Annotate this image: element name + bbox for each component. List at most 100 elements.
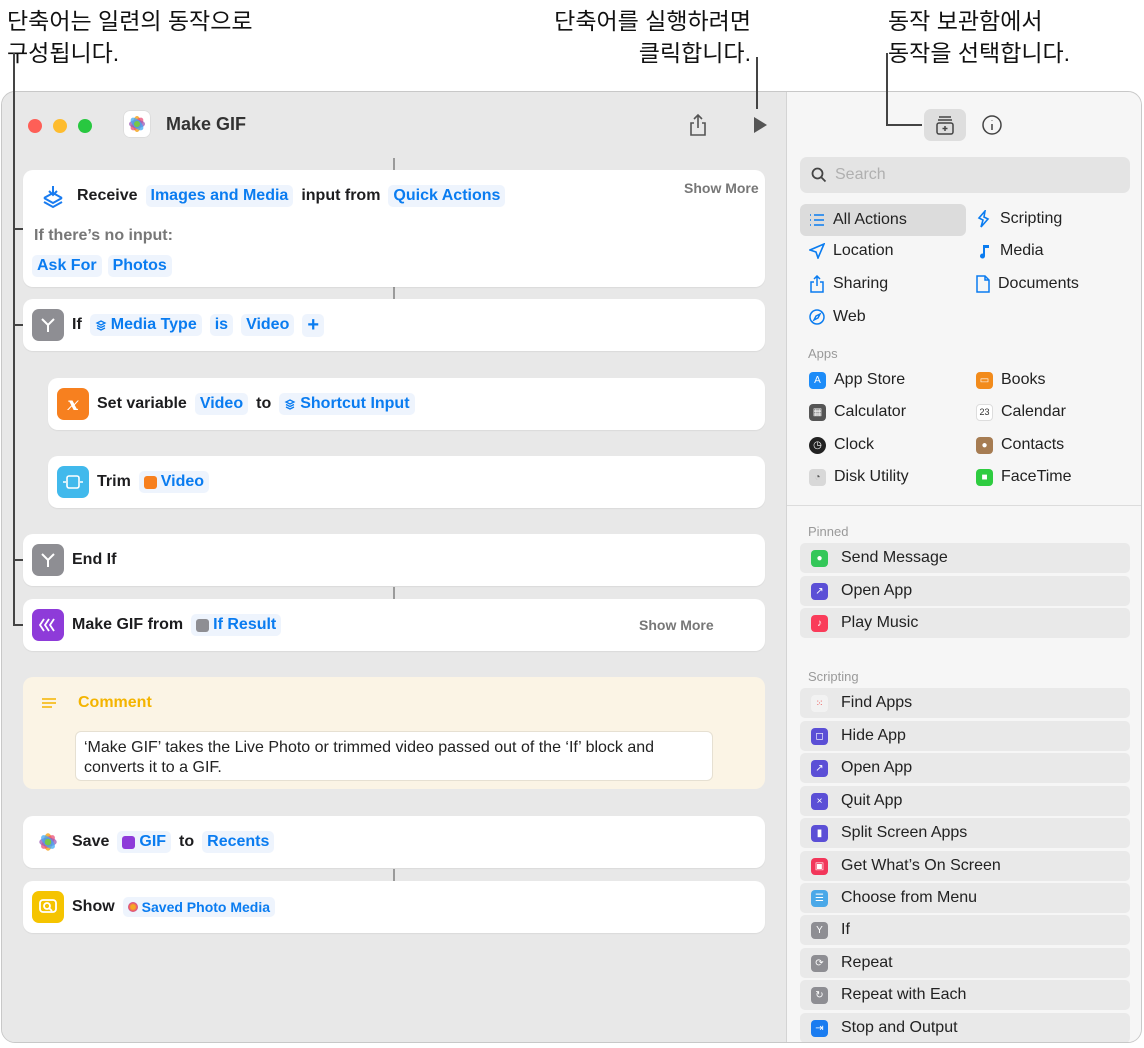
share-icon — [690, 113, 706, 136]
token-text: Media Type — [110, 316, 197, 333]
branch-icon — [196, 618, 210, 632]
if-action[interactable]: If Media Type is Video + — [23, 299, 765, 351]
app-facetime[interactable]: ■ FaceTime — [976, 468, 1072, 486]
info-button[interactable] — [979, 112, 1005, 138]
add-condition-button[interactable]: + — [302, 313, 325, 337]
end-if-action[interactable]: End If — [23, 534, 765, 586]
end-if-row: End If — [32, 544, 116, 576]
save-action[interactable]: Save GIF to Recents — [23, 816, 765, 868]
category-web[interactable]: Web — [809, 308, 866, 326]
scripting-quit-app[interactable]: × Quit App — [800, 786, 1130, 816]
scripting-if[interactable]: Y If — [800, 915, 1130, 945]
app-app-store[interactable]: A App Store — [809, 371, 905, 389]
scripting-find-apps[interactable]: ⁙ Find Apps — [800, 688, 1130, 718]
action-label: Receive — [77, 187, 138, 204]
value-token[interactable]: Video — [241, 314, 295, 336]
facetime-icon: ■ — [976, 468, 993, 486]
category-scripting[interactable]: Scripting — [976, 210, 1062, 228]
category-media[interactable]: Media — [976, 242, 1044, 260]
show-more-button[interactable]: Show More — [684, 180, 759, 196]
search-field[interactable]: Search — [800, 157, 1130, 193]
trim-action[interactable]: Trim Video — [48, 456, 765, 508]
run-button[interactable] — [747, 112, 773, 138]
connector — [393, 587, 395, 599]
scripting-repeat-each[interactable]: ↻ Repeat with Each — [800, 980, 1130, 1010]
category-all-actions[interactable]: All Actions — [800, 204, 966, 236]
pinned-play-music[interactable]: ♪ Play Music — [800, 608, 1130, 638]
input-source-token[interactable]: Quick Actions — [388, 185, 506, 207]
set-variable-action[interactable]: x Set variable Video to Shortcut Input — [48, 378, 765, 430]
category-location[interactable]: Location — [809, 242, 894, 260]
scripting-stop-output[interactable]: ⇥ Stop and Output — [800, 1013, 1130, 1042]
app-books[interactable]: ▭ Books — [976, 371, 1045, 389]
if-result-token[interactable]: If Result — [191, 614, 282, 636]
minimize-button[interactable] — [53, 119, 67, 133]
scripting-split-screen[interactable]: ▮ Split Screen Apps — [800, 818, 1130, 848]
photos-icon — [127, 902, 138, 912]
scripting-open-app[interactable]: ↗ Open App — [800, 753, 1130, 783]
show-more-button[interactable]: Show More — [639, 617, 714, 633]
scripting-section-header: Scripting — [808, 669, 859, 684]
operator-token[interactable]: is — [209, 314, 234, 336]
scripting-repeat[interactable]: ⟳ Repeat — [800, 948, 1130, 978]
pinned-open-app[interactable]: ↗ Open App — [800, 576, 1130, 606]
scripting-hide-app[interactable]: ◻ Hide App — [800, 721, 1130, 751]
app-clock[interactable]: ◷ Clock — [809, 436, 874, 454]
sidebar-divider — [787, 505, 1141, 506]
comment-text-field[interactable]: ‘Make GIF’ takes the Live Photo or trimm… — [75, 731, 713, 781]
action-label: Set variable — [97, 395, 187, 412]
comment-title: Comment — [78, 694, 152, 711]
photos-icon — [123, 110, 151, 138]
apps-section-header: Apps — [808, 346, 838, 361]
callout-leader-line — [756, 57, 758, 109]
pinned-section-header: Pinned — [808, 524, 849, 539]
video-token[interactable]: Video — [138, 471, 210, 493]
media-type-token[interactable]: Media Type — [89, 314, 202, 336]
category-sharing[interactable]: Sharing — [809, 275, 888, 293]
photos-token[interactable]: Photos — [107, 255, 172, 277]
receive-action[interactable]: Receive Images and Media input from Quic… — [23, 170, 765, 287]
share-button[interactable] — [685, 112, 711, 138]
no-input-row: Ask For Photos — [32, 255, 172, 277]
search-placeholder: Search — [835, 166, 886, 183]
category-documents[interactable]: Documents — [976, 275, 1079, 293]
scripting-choose-menu[interactable]: ☰ Choose from Menu — [800, 883, 1130, 913]
ask-for-token[interactable]: Ask For — [32, 255, 102, 277]
action-item-label: Hide App — [841, 727, 906, 744]
action-item-label: Repeat with Each — [841, 986, 967, 1003]
gif-icon — [122, 835, 136, 849]
gif-token[interactable]: GIF — [117, 831, 172, 853]
play-icon — [754, 117, 767, 133]
location-arrow-icon — [809, 243, 825, 259]
category-label: Web — [833, 308, 866, 325]
callout-actions-sequence: 단축어는 일련의 동작으로 구성됩니다. — [7, 5, 253, 69]
document-icon — [976, 275, 990, 293]
app-calendar[interactable]: 23 Calendar — [976, 403, 1066, 421]
action-item-label: Get What’s On Screen — [841, 857, 1001, 874]
shortcuts-window: Make GIF Receive Images and Media input … — [1, 91, 1142, 1043]
variable-name-token[interactable]: Video — [194, 393, 249, 415]
input-type-token[interactable]: Images and Media — [145, 185, 294, 207]
action-library-button[interactable] — [924, 109, 966, 141]
callout-leader-tick — [886, 124, 922, 126]
variable-x-icon: x — [57, 388, 89, 420]
app-calculator[interactable]: ▦ Calculator — [809, 403, 906, 421]
app-label: Calendar — [1001, 403, 1066, 420]
comment-action[interactable]: Comment ‘Make GIF’ takes the Live Photo … — [23, 677, 765, 789]
saved-photo-media-token[interactable]: Saved Photo Media — [122, 897, 276, 917]
app-disk-utility[interactable]: ◔ Disk Utility — [809, 468, 909, 486]
album-token[interactable]: Recents — [202, 831, 275, 853]
pinned-send-message[interactable]: ● Send Message — [800, 543, 1130, 573]
close-button[interactable] — [28, 119, 42, 133]
zoom-button[interactable] — [78, 119, 92, 133]
show-action[interactable]: Show Saved Photo Media — [23, 881, 765, 933]
shortcut-input-token[interactable]: Shortcut Input — [279, 393, 415, 415]
app-contacts[interactable]: ● Contacts — [976, 436, 1064, 454]
make-gif-action[interactable]: Make GIF from If Result Show More — [23, 599, 765, 651]
app-store-icon: A — [809, 371, 826, 389]
callout-line: 구성됩니다. — [7, 40, 120, 66]
scripting-get-on-screen[interactable]: ▣ Get What’s On Screen — [800, 851, 1130, 881]
repeat-each-icon: ↻ — [811, 986, 828, 1004]
action-label: Show — [72, 898, 115, 915]
action-item-label: Stop and Output — [841, 1019, 958, 1036]
